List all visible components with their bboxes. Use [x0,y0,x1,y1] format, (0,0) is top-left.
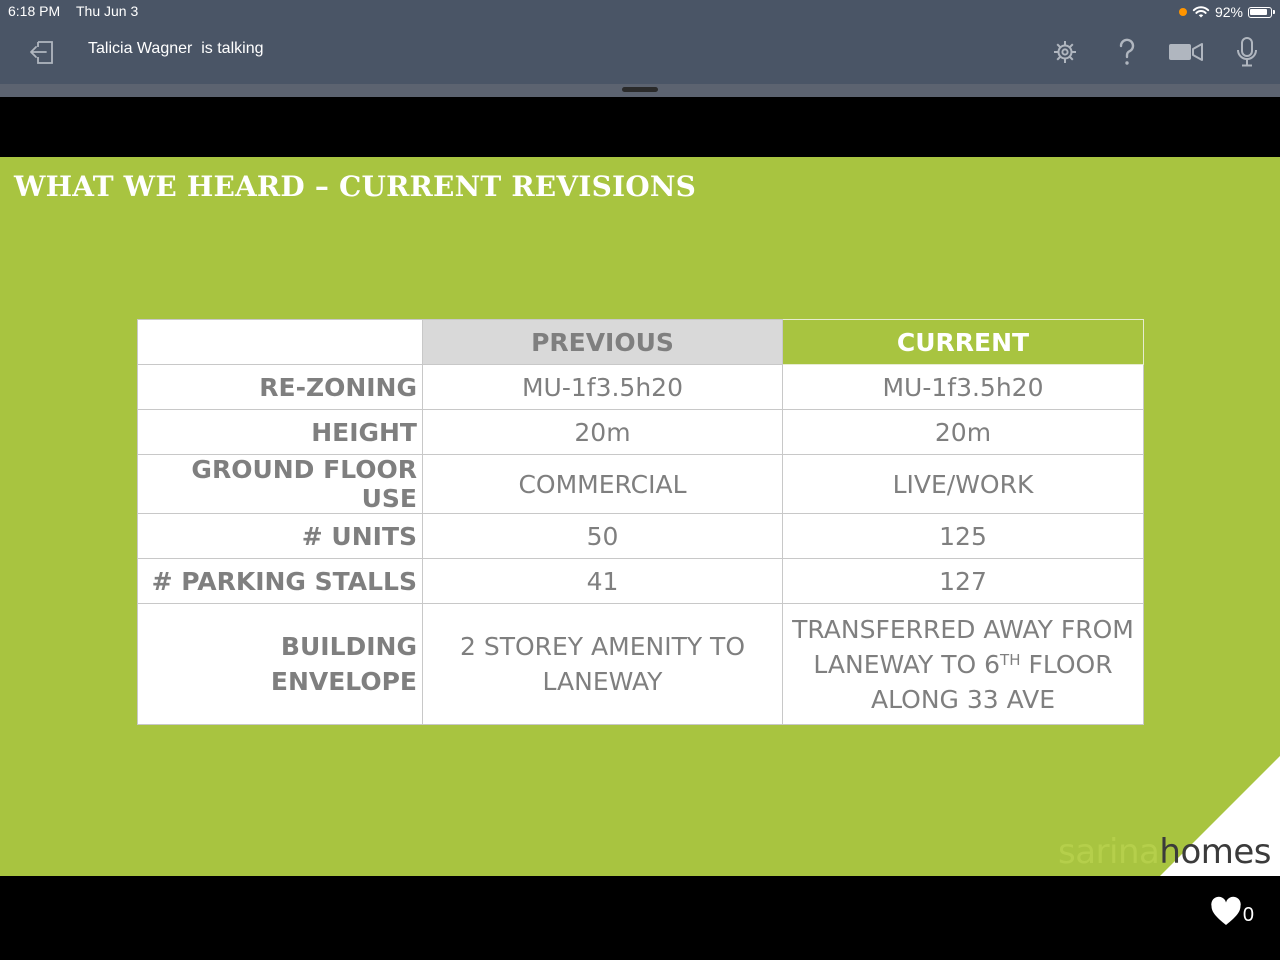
like-count: 0 [1242,904,1254,926]
sarina-homes-logo: sarinahomes [1058,832,1271,872]
current-value-line: ALONG 33 AVE [871,684,1055,714]
previous-value: COMMERCIAL [422,454,783,514]
logo-part-homes: homes [1159,832,1271,872]
table-row: RE-ZONING MU-1f3.5h20 MU-1f3.5h20 [137,364,1144,410]
previous-value: 41 [422,558,783,604]
previous-value-line: 2 STOREY AMENITY TO [459,632,746,661]
row-label: BUILDING ENVELOPE [137,603,423,725]
recording-dot-icon [1178,8,1187,16]
table-row: BUILDING ENVELOPE 2 STOREY AMENITY TO LA… [137,603,1144,725]
row-label: RE-ZONING [137,364,423,410]
current-value-line: LANEWAY TO 6TH FLOOR [783,647,1143,682]
meeting-toolbar: 6:18 PM Thu Jun 3 92% Talicia Wagner is … [0,0,1280,84]
video-camera-icon[interactable] [1167,36,1205,68]
status-right: 92% [1178,2,1275,22]
microphone-icon[interactable] [1232,36,1262,68]
current-value: 20m [782,409,1144,455]
battery-percent: 92% [1214,4,1243,20]
table-row: # UNITS 50 125 [137,513,1144,559]
row-label: # PARKING STALLS [137,558,423,604]
heart-icon[interactable] [1210,896,1242,928]
table-row: HEIGHT 20m 20m [137,409,1144,455]
table-header-row: PREVIOUS CURRENT [137,319,1144,365]
status-date: Thu Jun 3 [76,3,139,19]
speaker-name: Talicia Wagner [88,40,193,57]
help-icon[interactable] [1112,36,1142,68]
current-value-line: TRANSFERRED AWAY FROM [792,614,1134,644]
previous-value: 2 STOREY AMENITY TO LANEWAY [422,603,783,725]
current-value: LIVE/WORK [782,454,1144,514]
previous-value: 50 [422,513,783,559]
presentation-slide: WHAT WE HEARD – CURRENT REVISIONS PREVIO… [0,157,1280,876]
current-value: 127 [782,558,1144,604]
speaker-status: Talicia Wagner is talking [88,40,263,58]
current-value: 125 [782,513,1144,559]
slide-title: WHAT WE HEARD – CURRENT REVISIONS [14,170,697,203]
table-header-empty [137,319,423,365]
speaker-status-text: is talking [201,40,264,57]
panel-resize-handle[interactable] [622,87,658,92]
status-time: 6:18 PM [8,3,61,19]
current-value-line-text: FLOOR [1020,649,1113,679]
table-header-previous: PREVIOUS [422,319,783,365]
ordinal-superscript: TH [1000,650,1021,669]
wifi-icon [1192,6,1210,18]
current-value: MU-1f3.5h20 [782,364,1144,410]
current-value-line-text: LANEWAY TO 6 [813,649,1001,679]
logo-part-sarina: sarina [1058,832,1160,872]
row-label: HEIGHT [137,409,423,455]
gear-icon[interactable] [1050,36,1080,68]
table-row: # PARKING STALLS 41 127 [137,558,1144,604]
row-label: # UNITS [137,513,423,559]
battery-icon [1248,6,1275,18]
revisions-table: PREVIOUS CURRENT RE-ZONING MU-1f3.5h20 M… [137,319,1144,725]
row-label: GROUND FLOOR USE [137,454,423,514]
table-header-current: CURRENT [782,319,1144,365]
current-value: TRANSFERRED AWAY FROM LANEWAY TO 6TH FLO… [782,603,1144,725]
previous-value-line: LANEWAY [542,667,663,696]
previous-value: 20m [422,409,783,455]
previous-value: MU-1f3.5h20 [422,364,783,410]
exit-icon[interactable] [28,38,56,66]
table-row: GROUND FLOOR USE COMMERCIAL LIVE/WORK [137,454,1144,514]
